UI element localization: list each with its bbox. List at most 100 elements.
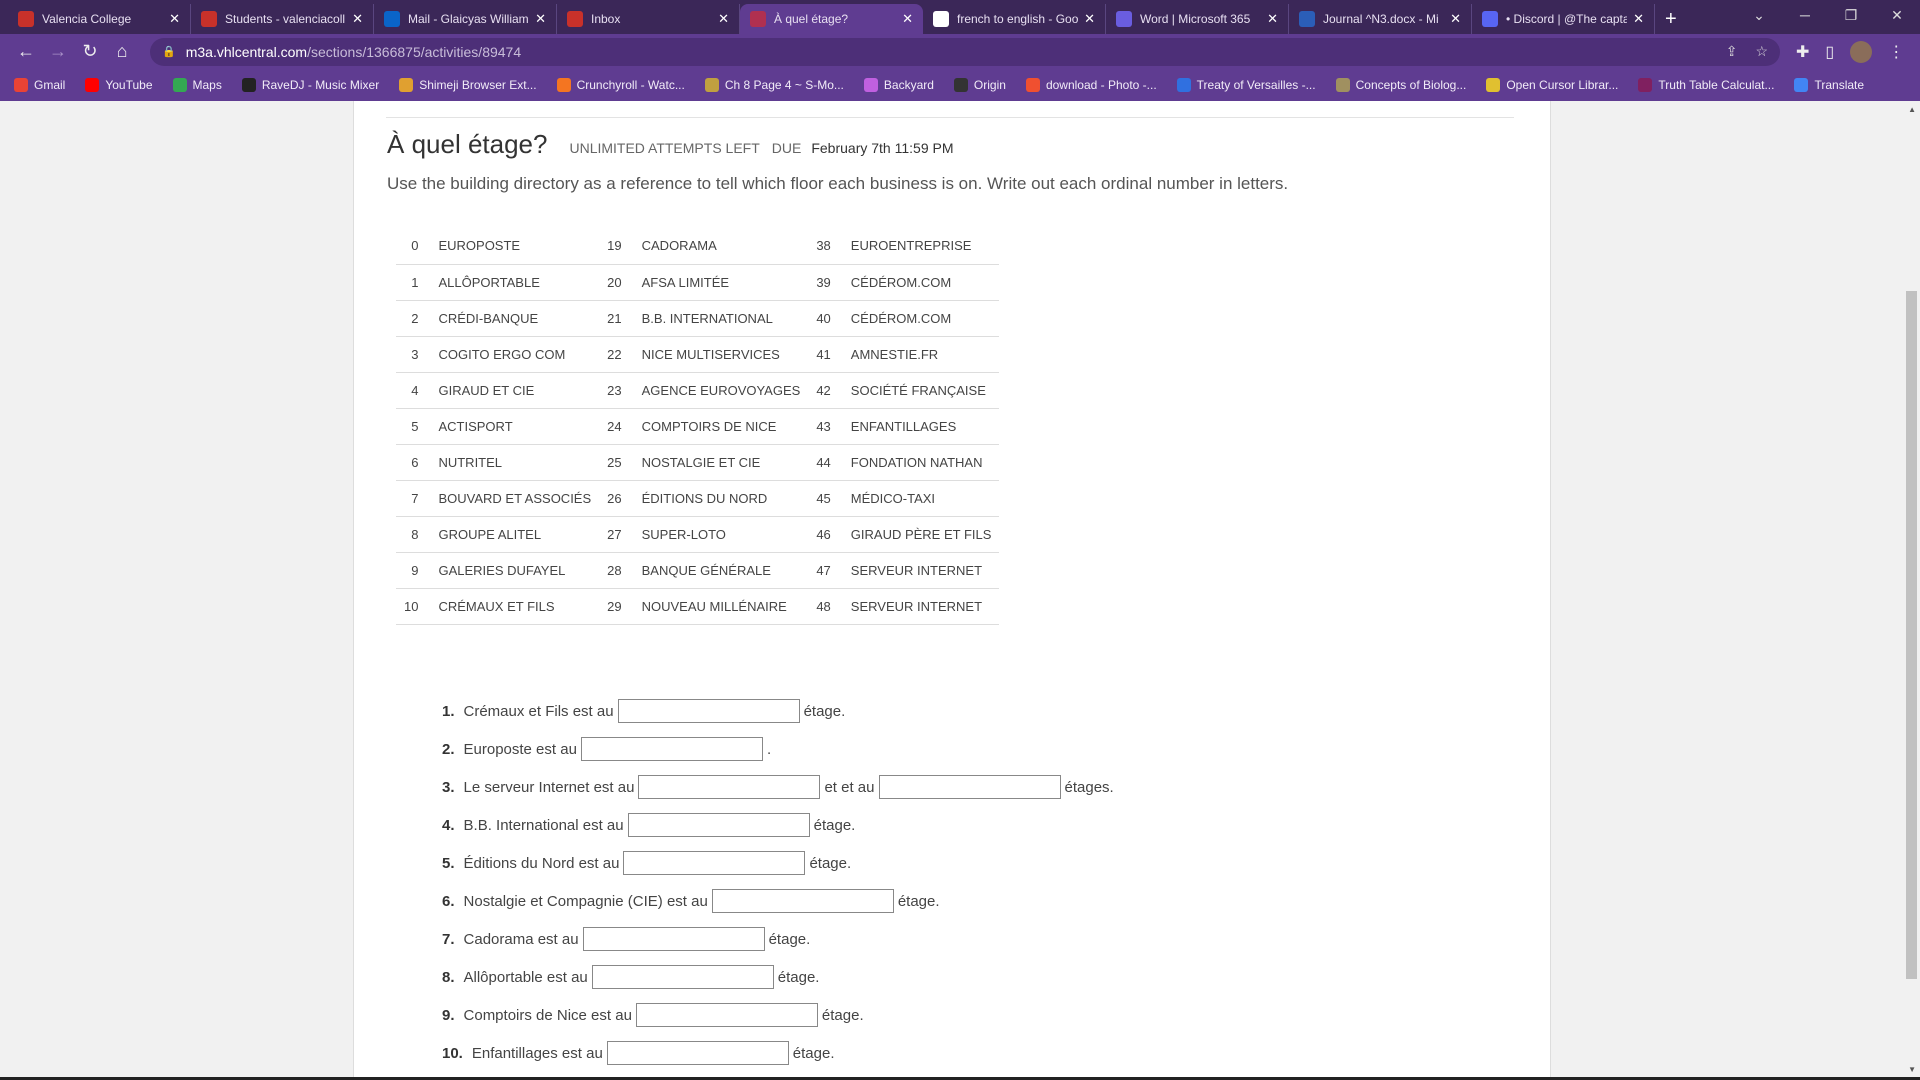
scrollbar[interactable]: ▲ ▼ bbox=[1903, 101, 1920, 1080]
answer-input[interactable] bbox=[617, 699, 800, 723]
close-tab-icon[interactable]: ✕ bbox=[352, 11, 363, 27]
bookmark-item[interactable]: Origin bbox=[953, 78, 1006, 92]
reload-icon[interactable]: ↻ bbox=[74, 41, 106, 62]
answer-input[interactable] bbox=[582, 927, 765, 951]
business-name: B.B. INTERNATIONAL bbox=[633, 300, 809, 337]
home-icon[interactable]: ⌂ bbox=[106, 41, 138, 62]
bookmark-item[interactable]: Open Cursor Librar... bbox=[1486, 78, 1618, 92]
attempts-left: UNLIMITED ATTEMPTS LEFT bbox=[569, 140, 760, 156]
bookmark-item[interactable]: Translate bbox=[1794, 78, 1864, 92]
tab-search-icon[interactable]: ⌄ bbox=[1736, 7, 1782, 24]
question-text: étage. bbox=[792, 1044, 835, 1062]
tab[interactable]: • Discord | @The capta ✕ bbox=[1472, 4, 1655, 34]
floor-number: 39 bbox=[808, 264, 843, 301]
answer-input[interactable] bbox=[638, 775, 821, 799]
scrollbar-thumb[interactable] bbox=[1906, 291, 1917, 979]
bookmark-item[interactable]: RaveDJ - Music Mixer bbox=[241, 78, 379, 92]
question-item: 9. Comptoirs de Nice est au étage. bbox=[442, 996, 1114, 1034]
question-text: Allôportable est au bbox=[463, 968, 588, 986]
close-tab-icon[interactable]: ✕ bbox=[535, 11, 546, 27]
bookmark-item[interactable]: Shimeji Browser Ext... bbox=[399, 78, 537, 92]
floor-number: 46 bbox=[808, 516, 843, 553]
bookmark-favicon-icon bbox=[1176, 78, 1191, 92]
restore-button[interactable]: ❐ bbox=[1828, 7, 1874, 24]
activity-header: À quel étage? UNLIMITED ATTEMPTS LEFT DUE… bbox=[387, 129, 954, 160]
forward-icon[interactable]: → bbox=[42, 41, 74, 62]
answer-input[interactable] bbox=[606, 1041, 789, 1065]
close-tab-icon[interactable]: ✕ bbox=[1633, 11, 1644, 27]
close-window-button[interactable]: ✕ bbox=[1874, 7, 1920, 24]
answer-input[interactable] bbox=[627, 813, 810, 837]
profile-avatar[interactable] bbox=[1850, 40, 1873, 63]
business-name: NOSTALGIE ET CIE bbox=[633, 444, 809, 481]
bookmark-item[interactable]: Backyard bbox=[863, 78, 934, 92]
bookmark-item[interactable]: Ch 8 Page 4 ~ S-Mo... bbox=[704, 78, 844, 92]
bookmark-item[interactable]: Concepts of Biolog... bbox=[1335, 78, 1466, 92]
bookmark-label: Maps bbox=[192, 78, 222, 92]
answer-input[interactable] bbox=[580, 737, 763, 761]
lock-icon[interactable]: 🔒 bbox=[162, 45, 176, 58]
bookmark-item[interactable]: Maps bbox=[172, 78, 222, 92]
question-text: . bbox=[766, 740, 772, 758]
answer-input[interactable] bbox=[635, 1003, 818, 1027]
tab[interactable]: Inbox ✕ bbox=[557, 4, 740, 34]
tab[interactable]: Valencia College ✕ bbox=[8, 4, 191, 34]
answer-input[interactable] bbox=[623, 851, 806, 875]
bookmark-label: Backyard bbox=[883, 78, 934, 92]
question-text: étage. bbox=[768, 930, 811, 948]
bookmark-label: Origin bbox=[973, 78, 1006, 92]
building-directory-table: 0 EUROPOSTE 19 CADORAMA 38 EUROENTREPRISE 1 ALL… bbox=[396, 228, 1000, 625]
question-text: étages. bbox=[1064, 778, 1114, 796]
tab[interactable]: Word | Microsoft 365 ✕ bbox=[1106, 4, 1289, 34]
business-name: NUTRITEL bbox=[430, 444, 600, 481]
extensions-icon[interactable]: ✚ bbox=[1796, 42, 1809, 62]
bookmark-item[interactable]: Treaty of Versailles -... bbox=[1176, 78, 1316, 92]
bookmark-item[interactable]: Crunchyroll - Watc... bbox=[556, 78, 685, 92]
floor-number: 6 bbox=[396, 444, 431, 481]
minimize-button[interactable]: ─ bbox=[1782, 7, 1828, 23]
bookmark-favicon-icon bbox=[241, 78, 256, 92]
floor-number: 3 bbox=[396, 336, 431, 373]
tab[interactable]: À quel étage? ✕ bbox=[740, 4, 923, 34]
close-tab-icon[interactable]: ✕ bbox=[718, 11, 729, 27]
address-bar[interactable]: 🔒 m3a.vhlcentral.com/sections/1366875/ac… bbox=[150, 37, 1780, 66]
bookmark-label: Ch 8 Page 4 ~ S-Mo... bbox=[724, 78, 844, 92]
tab[interactable]: Students - valenciacoll ✕ bbox=[191, 4, 374, 34]
business-name: ÉDITIONS DU NORD bbox=[633, 480, 809, 517]
side-panel-icon[interactable]: ▯ bbox=[1825, 42, 1834, 62]
tab[interactable]: french to english - Goo ✕ bbox=[923, 4, 1106, 34]
scroll-down-icon[interactable]: ▼ bbox=[1908, 1065, 1916, 1074]
tab[interactable]: Journal ^N3.docx - Mi ✕ bbox=[1289, 4, 1472, 34]
directory-row: 0 EUROPOSTE 19 CADORAMA 38 EUROENTREPRISE bbox=[396, 228, 1000, 265]
question-text: Crémaux et Fils est au bbox=[463, 702, 614, 720]
valencia-icon bbox=[201, 11, 217, 27]
share-icon[interactable]: ⇪ bbox=[1726, 43, 1738, 60]
close-tab-icon[interactable]: ✕ bbox=[169, 11, 180, 27]
bookmark-item[interactable]: YouTube bbox=[85, 78, 153, 92]
answer-input[interactable] bbox=[711, 889, 894, 913]
answer-input[interactable] bbox=[878, 775, 1061, 799]
bookmark-star-icon[interactable]: ☆ bbox=[1755, 43, 1768, 60]
microsoft-365-icon bbox=[1116, 11, 1132, 27]
close-tab-icon[interactable]: ✕ bbox=[1450, 11, 1461, 27]
bookmark-favicon-icon bbox=[953, 78, 968, 92]
floor-number: 38 bbox=[808, 228, 843, 265]
scroll-up-icon[interactable]: ▲ bbox=[1908, 105, 1916, 114]
bookmark-item[interactable]: download - Photo -... bbox=[1025, 78, 1157, 92]
close-tab-icon[interactable]: ✕ bbox=[1267, 11, 1278, 27]
bookmark-item[interactable]: Gmail bbox=[14, 78, 65, 92]
tab[interactable]: Mail - Glaicyas William ✕ bbox=[374, 4, 557, 34]
bookmark-favicon-icon bbox=[14, 78, 28, 92]
close-tab-icon[interactable]: ✕ bbox=[902, 11, 913, 27]
back-icon[interactable]: ← bbox=[10, 41, 42, 62]
floor-number: 7 bbox=[396, 480, 431, 517]
question-number: 8. bbox=[442, 968, 455, 986]
bookmark-item[interactable]: Truth Table Calculat... bbox=[1638, 78, 1774, 92]
answer-input[interactable] bbox=[591, 965, 774, 989]
question-item: 1. Crémaux et Fils est au étage. bbox=[442, 692, 1114, 730]
new-tab-button[interactable]: + bbox=[1665, 4, 1677, 34]
business-name: CRÉDI-BANQUE bbox=[430, 300, 600, 337]
menu-icon[interactable]: ⋮ bbox=[1888, 42, 1904, 62]
business-name: GIRAUD ET CIE bbox=[430, 372, 600, 409]
close-tab-icon[interactable]: ✕ bbox=[1084, 11, 1095, 27]
